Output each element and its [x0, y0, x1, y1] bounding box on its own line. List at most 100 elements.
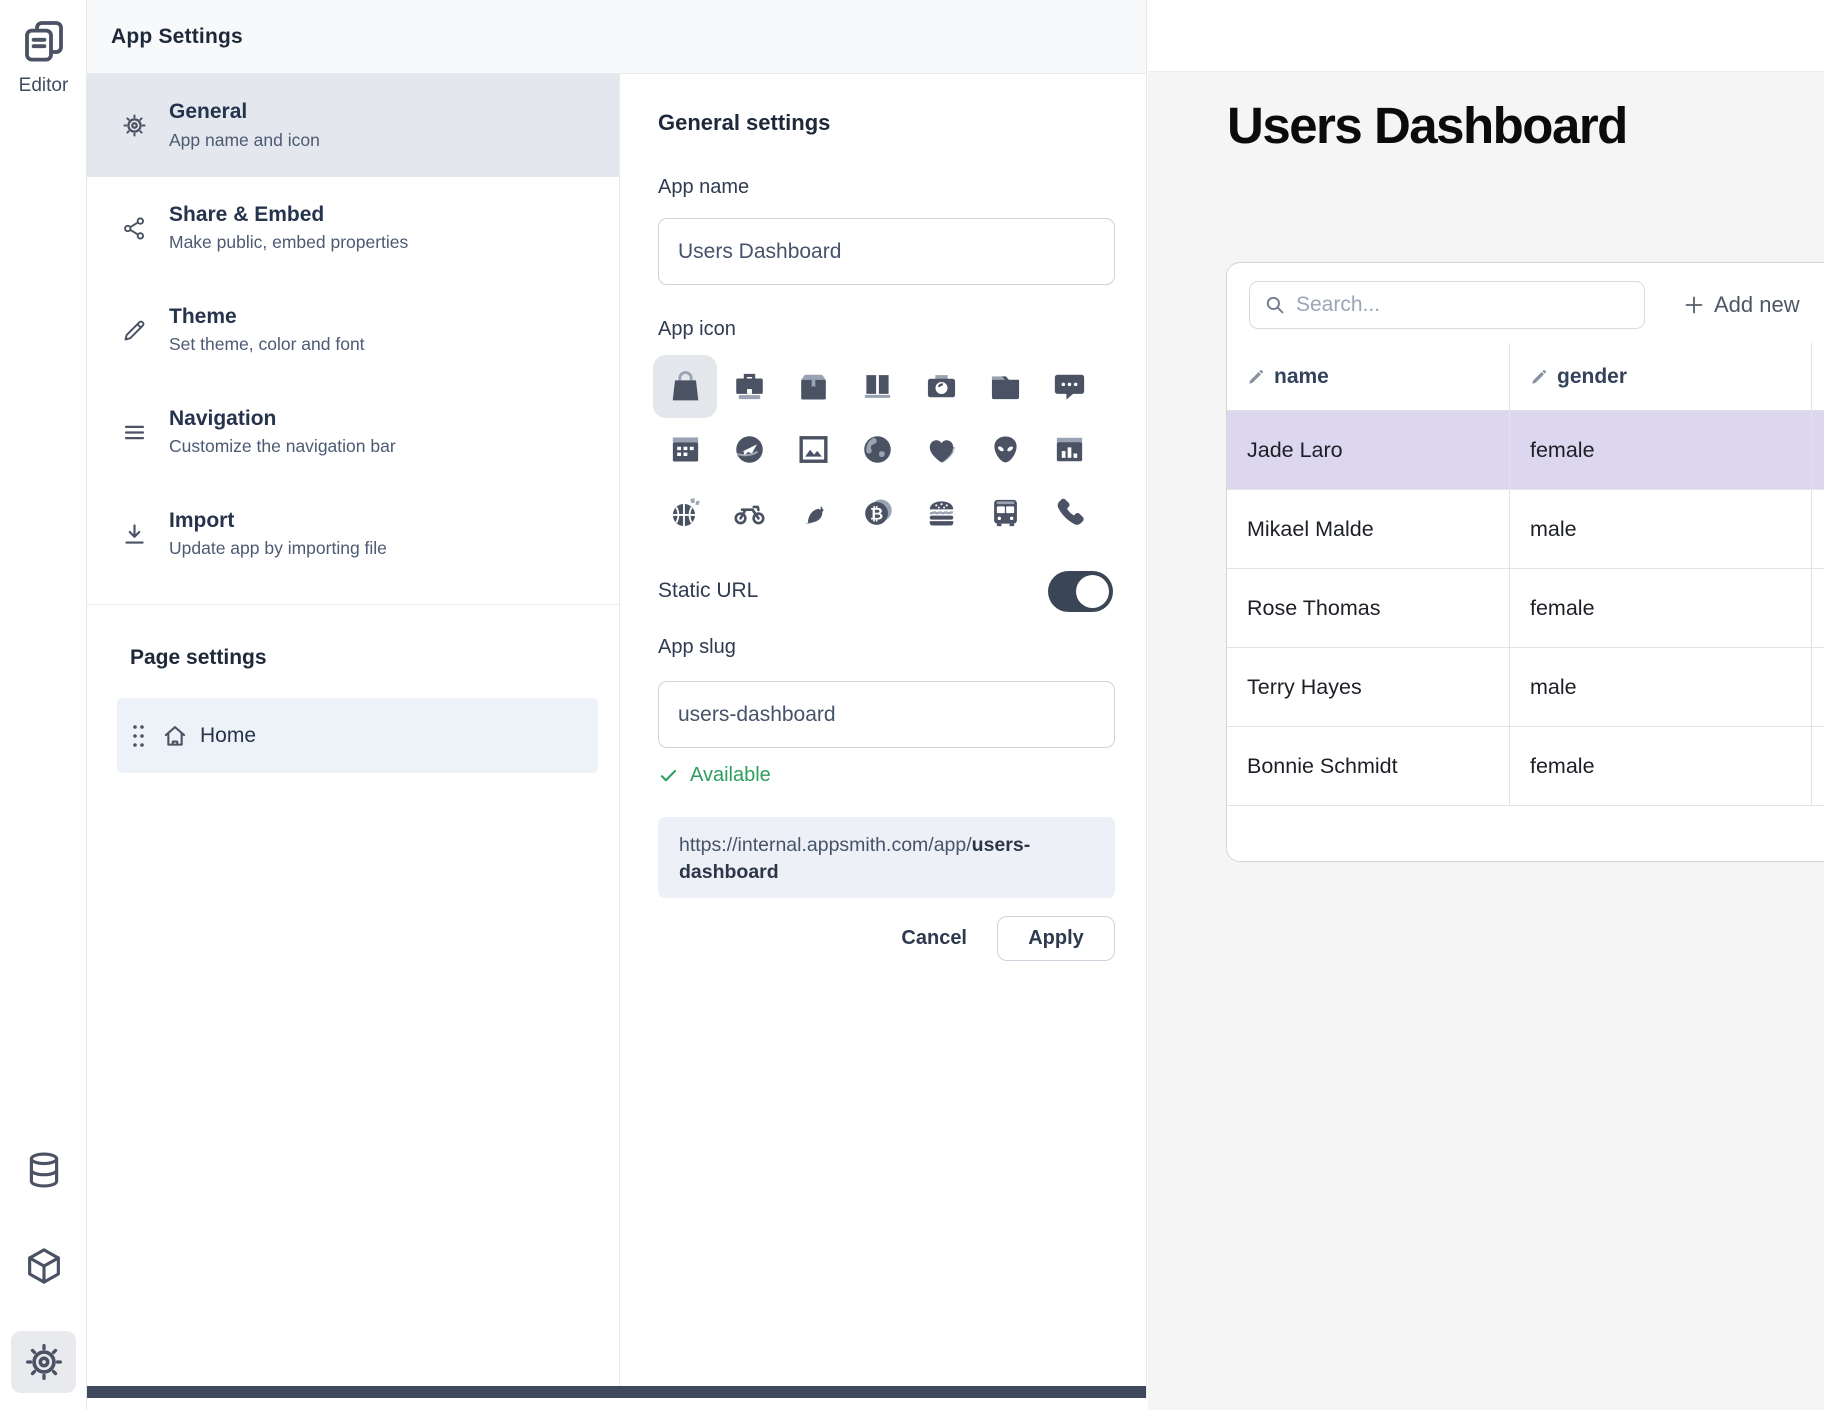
nav-item-subtitle: App name and icon: [169, 130, 320, 151]
phone-icon: [1051, 494, 1088, 531]
column-header-gender[interactable]: gender: [1510, 343, 1812, 410]
settings-nav-item-import[interactable]: ImportUpdate app by importing file: [87, 483, 619, 585]
bird-icon: [795, 494, 832, 531]
users-table: namegender Jade LarofemaleMikael Maldema…: [1227, 343, 1824, 806]
search-input[interactable]: [1287, 293, 1644, 317]
cell-name[interactable]: Mikael Malde: [1227, 490, 1510, 568]
briefcase-icon: [731, 368, 768, 405]
appsmith-editor: Editor App Settings General App name and …: [0, 0, 1824, 1410]
availability-text: Available: [690, 764, 771, 787]
sidebar-item-libraries[interactable]: [0, 1244, 87, 1288]
app-icon-option-folder[interactable]: [973, 355, 1037, 418]
calendar-icon: [667, 431, 704, 468]
static-url-label: Static URL: [658, 579, 758, 603]
table-row[interactable]: Mikael Maldemale: [1227, 490, 1824, 569]
app-icon-option-burger[interactable]: [909, 481, 973, 544]
app-name-label: App name: [658, 176, 749, 199]
app-settings-panel: App Settings General App name and icon Sha…: [87, 0, 1147, 1398]
settings-nav-item-share-embed[interactable]: Share & EmbedMake public, embed properti…: [87, 177, 619, 279]
settings-nav-item-theme[interactable]: ThemeSet theme, color and font: [87, 279, 619, 381]
page-settings-item-home[interactable]: Home: [117, 698, 598, 773]
settings-nav-item-general[interactable]: General App name and icon: [87, 74, 619, 177]
app-icon-option-phone[interactable]: [1037, 481, 1101, 544]
app-icon-option-package[interactable]: [781, 355, 845, 418]
editor-pages-icon: [20, 16, 68, 66]
app-icon-option-book[interactable]: [845, 355, 909, 418]
cube-icon: [23, 1244, 65, 1288]
package-icon: [795, 368, 832, 405]
nav-item-title: Navigation: [169, 407, 396, 431]
page-settings-title: Page settings: [130, 646, 267, 670]
cell-name[interactable]: Terry Hayes: [1227, 648, 1510, 726]
plus-icon: [1682, 293, 1706, 317]
column-label: gender: [1557, 365, 1627, 389]
static-url-toggle[interactable]: [1048, 571, 1113, 612]
download-icon: [121, 521, 148, 548]
app-name-input[interactable]: [658, 218, 1115, 285]
settings-nav: General App name and icon Share & EmbedMak…: [87, 74, 620, 1398]
cell-gender[interactable]: female: [1510, 727, 1812, 805]
left-rail: Editor: [0, 0, 87, 1410]
settings-nav-item-navigation[interactable]: Navigation Customize the navigation bar: [87, 381, 619, 483]
nav-item-title: General: [169, 100, 320, 124]
app-icon-option-heart[interactable]: [909, 418, 973, 481]
cell-gender[interactable]: female: [1510, 411, 1812, 489]
app-icon-option-bicycle[interactable]: [717, 481, 781, 544]
cell-gender[interactable]: male: [1510, 490, 1812, 568]
settings-actions: Cancel Apply: [621, 916, 1151, 961]
app-icon-option-basketball[interactable]: [653, 481, 717, 544]
app-icon-option-camera[interactable]: [909, 355, 973, 418]
sidebar-item-datasources[interactable]: [0, 1148, 87, 1192]
pencil-solid-icon: [1247, 368, 1265, 386]
burger-icon: [923, 494, 960, 531]
app-icon-option-picture[interactable]: [781, 418, 845, 481]
app-slug-input[interactable]: [658, 681, 1115, 748]
app-icon-option-globe[interactable]: [845, 418, 909, 481]
database-icon: [23, 1148, 65, 1192]
app-icon-option-bird[interactable]: [781, 481, 845, 544]
panel-title: App Settings: [111, 25, 243, 49]
bus-icon: [987, 494, 1024, 531]
general-settings-pane: General settings App name App icon ₿ Sta…: [621, 74, 1147, 1398]
section-divider: [87, 604, 619, 605]
sidebar-item-editor[interactable]: Editor: [0, 16, 87, 97]
app-icon-option-shopping-bag[interactable]: [653, 355, 717, 418]
check-icon: [658, 765, 679, 786]
table-row[interactable]: Rose Thomasfemale: [1227, 569, 1824, 648]
table-row[interactable]: Terry Hayesmale: [1227, 648, 1824, 727]
app-icon-option-briefcase[interactable]: [717, 355, 781, 418]
column-header-name[interactable]: name: [1227, 343, 1510, 410]
settings-selected-bg: [11, 1331, 76, 1393]
cell-gender[interactable]: female: [1510, 569, 1812, 647]
table-row[interactable]: Bonnie Schmidtfemale: [1227, 727, 1824, 806]
shopping-bag-icon: [667, 368, 704, 405]
cell-name[interactable]: Rose Thomas: [1227, 569, 1510, 647]
pencil-solid-icon: [1530, 368, 1548, 386]
basketball-icon: [667, 494, 704, 531]
app-icon-option-bar-chart[interactable]: [1037, 418, 1101, 481]
table-header-row: name gender: [1227, 343, 1824, 411]
drag-handle-icon[interactable]: [132, 723, 145, 749]
app-icon-option-alien[interactable]: [973, 418, 1037, 481]
add-new-button[interactable]: Add new: [1682, 281, 1800, 329]
app-icon-option-chat[interactable]: [1037, 355, 1101, 418]
app-icon-option-calendar[interactable]: [653, 418, 717, 481]
search-icon: [1263, 293, 1287, 317]
sidebar-item-settings[interactable]: [0, 1331, 87, 1393]
bar-chart-icon: [1051, 431, 1088, 468]
app-icon-option-bitcoin[interactable]: ₿: [845, 481, 909, 544]
app-icon-option-bus[interactable]: [973, 481, 1037, 544]
cell-gender[interactable]: male: [1510, 648, 1812, 726]
general-settings-heading: General settings: [658, 110, 830, 136]
cell-name[interactable]: Bonnie Schmidt: [1227, 727, 1510, 805]
bitcoin-icon: ₿: [859, 494, 896, 531]
cancel-button[interactable]: Cancel: [901, 927, 967, 950]
users-table-widget: Add new namegender Jade LarofemaleMikael…: [1226, 262, 1824, 862]
nav-item-subtitle: Customize the navigation bar: [169, 436, 396, 457]
cell-name[interactable]: Jade Laro: [1227, 411, 1510, 489]
app-icon-option-airplane[interactable]: [717, 418, 781, 481]
bottom-pane-edge: [87, 1386, 1146, 1398]
table-row[interactable]: Jade Larofemale: [1227, 411, 1824, 490]
apply-button[interactable]: Apply: [997, 916, 1115, 961]
editor-label: Editor: [0, 75, 87, 97]
